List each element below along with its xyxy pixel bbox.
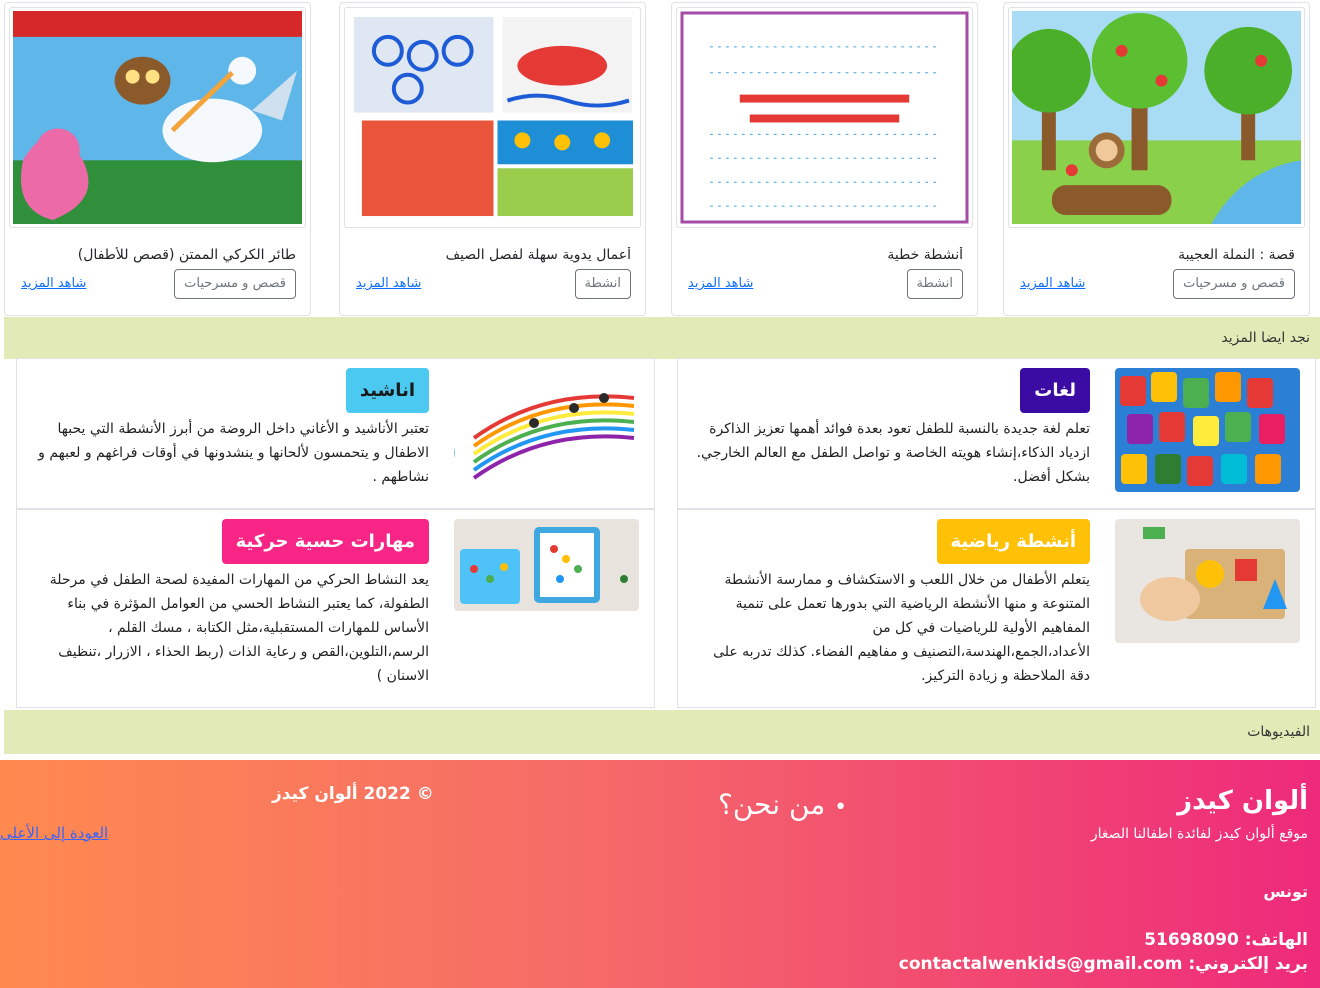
footer-brand: ألوان كيدز	[1177, 786, 1308, 816]
svg-text:𝄞: 𝄞	[454, 405, 458, 481]
category-description: تعتبر الأناشيد و الأغاني داخل الروضة من …	[38, 421, 429, 485]
category-button[interactable]: انشطة	[906, 269, 963, 299]
category-badge[interactable]: لغات	[1020, 368, 1090, 413]
card-thumbnail[interactable]	[1008, 7, 1305, 228]
crane-story-illustration	[13, 11, 302, 224]
footer-email[interactable]: بريد إلكتروني: contactalwenkids@gmail.co…	[899, 954, 1308, 974]
site-footer: ألوان كيدز موقع ألوان كيدز لفائدة اطفالن…	[0, 760, 1320, 988]
category-image	[1115, 368, 1300, 492]
footer-city: تونس	[1263, 882, 1308, 901]
category-description: يتعلم الأطفال من خلال اللعب و الاستكشاف …	[713, 572, 1090, 684]
card-line-activities: أنشطة خطية انشطة شاهد المزيد	[671, 2, 978, 316]
see-more-link[interactable]: شاهد المزيد	[21, 276, 86, 291]
card-summer-crafts: أعمال يدوية سهلة لفصل الصيف انشطة شاهد ا…	[339, 2, 646, 316]
card-thumbnail[interactable]	[344, 7, 641, 228]
footer-copyright: © 2022 ألوان كيدز	[272, 784, 434, 804]
category-badge[interactable]: أنشطة رياضية	[936, 519, 1090, 564]
footer-about-label: من نحن؟	[718, 788, 826, 821]
footer-tagline: موقع ألوان كيدز لفائدة اطفالنا الصغار	[1090, 826, 1308, 842]
category-math: أنشطة رياضية يتعلم الأطفال من خلال اللعب…	[677, 509, 1316, 708]
see-more-link[interactable]: شاهد المزيد	[356, 276, 421, 291]
card-thumbnail[interactable]	[9, 7, 306, 228]
section-heading-more: نجد ايضا المزيد	[4, 317, 1320, 359]
section-heading-videos: الفيديوهات	[4, 710, 1320, 754]
card-title[interactable]: أنشطة خطية	[686, 247, 963, 263]
card-title[interactable]: قصة : النملة العجيبة	[1018, 247, 1295, 263]
category-button[interactable]: انشطة	[574, 269, 631, 299]
music-notes-illustration: 𝄞	[454, 368, 639, 492]
category-languages: لغات تعلم لغة جديدة بالنسبة للطفل تعود ب…	[677, 358, 1316, 509]
card-title[interactable]: أعمال يدوية سهلة لفصل الصيف	[354, 247, 631, 263]
see-more-link[interactable]: شاهد المزيد	[688, 276, 753, 291]
story-cards-row: قصة : النملة العجيبة قصص و مسرحيات شاهد …	[4, 2, 1310, 316]
category-description: تعلم لغة جديدة بالنسبة للطفل تعود بعدة ف…	[696, 421, 1090, 485]
line-activities-illustration	[680, 11, 969, 224]
card-ant-story: قصة : النملة العجيبة قصص و مسرحيات شاهد …	[1003, 2, 1310, 316]
category-button[interactable]: قصص و مسرحيات	[1173, 269, 1295, 299]
category-button[interactable]: قصص و مسرحيات	[174, 269, 296, 299]
category-image: 𝄞	[454, 368, 639, 492]
back-to-top-link[interactable]: العودة إلى الأعلى	[0, 824, 108, 842]
wooden-shapes-illustration	[1115, 519, 1300, 643]
see-more-link[interactable]: شاهد المزيد	[1020, 276, 1085, 291]
category-image	[454, 519, 639, 611]
category-badge[interactable]: مهارات حسية حركية	[221, 519, 429, 564]
category-badge[interactable]: اناشيد	[345, 368, 429, 413]
footer-phone: الهاتف: 51698090	[1144, 930, 1308, 950]
alphabet-letters-illustration	[1115, 368, 1300, 492]
category-description: يعد النشاط الحركي من المهارات المفيدة لص…	[49, 572, 429, 684]
category-image	[1115, 519, 1300, 643]
pegboard-illustration	[454, 519, 639, 611]
card-thumbnail[interactable]	[676, 7, 973, 228]
category-motor-skills: مهارات حسية حركية يعد النشاط الحركي من ا…	[16, 509, 655, 708]
footer-about-link[interactable]: • من نحن؟	[718, 788, 847, 821]
category-songs: 𝄞 اناشيد تعتبر الأناشيد و الأغاني داخل ا…	[16, 358, 655, 509]
card-crane-story: طائر الكركي الممتن (قصص للأطفال) قصص و م…	[4, 2, 311, 316]
bullet-icon: •	[834, 795, 848, 820]
card-title[interactable]: طائر الكركي الممتن (قصص للأطفال)	[19, 247, 296, 263]
categories-grid: لغات تعلم لغة جديدة بالنسبة للطفل تعود ب…	[16, 358, 1316, 708]
summer-crafts-illustration	[348, 11, 637, 224]
ant-story-illustration	[1012, 11, 1301, 224]
